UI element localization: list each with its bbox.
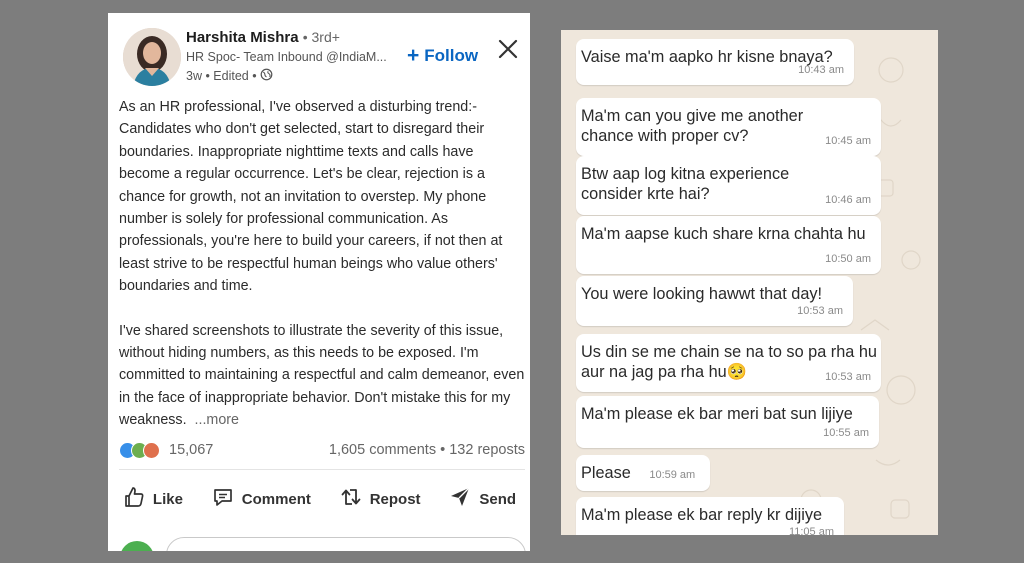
globe-icon	[260, 68, 273, 84]
author-name[interactable]: Harshita Mishra • 3rd+	[186, 29, 340, 46]
reaction-count[interactable]: 15,067	[169, 442, 213, 458]
post-paragraph-2: I've shared screenshots to illustrate th…	[119, 320, 527, 432]
message-time: 10:50 am	[825, 253, 871, 265]
repost-label: Repost	[369, 490, 421, 508]
chat-message[interactable]: Ma'm please ek bar meri bat sun lijiye 1…	[576, 396, 879, 448]
current-user-avatar	[120, 541, 154, 551]
chat-message[interactable]: You were looking hawwt that day! 10:53 a…	[576, 276, 853, 326]
message-time: 10:53 am	[797, 305, 843, 317]
post-actions-bar: Like Comment Repost Send	[108, 485, 530, 513]
chat-message[interactable]: Us din se me chain se na to so pa rha hu…	[576, 334, 881, 392]
post-paragraph-2-text: I've shared screenshots to illustrate th…	[119, 322, 525, 429]
message-time: 11:05 am	[788, 526, 834, 535]
plus-icon: +	[407, 44, 420, 67]
message-text: Please	[581, 464, 631, 482]
message-time: 10:55 am	[823, 427, 869, 439]
send-label: Send	[479, 490, 517, 508]
linkedin-post-card: Harshita Mishra • 3rd+ HR Spoc- Team Inb…	[108, 13, 530, 551]
author-headline: HR Spoc- Team Inbound @IndiaM...	[186, 50, 387, 64]
thumbs-up-icon	[122, 485, 146, 513]
message-time: 10:43 am	[798, 64, 844, 76]
message-text: Ma'm please ek bar meri bat sun lijiye	[581, 405, 853, 423]
message-time: 10:53 am	[825, 371, 871, 383]
see-more-link[interactable]: ...more	[195, 412, 240, 428]
follow-label: Follow	[424, 45, 479, 65]
connection-degree: • 3rd+	[302, 29, 340, 45]
repost-button[interactable]: Repost	[339, 485, 421, 513]
chat-message[interactable]: Vaise ma'm aapko hr kisne bnaya? 10:43 a…	[576, 39, 854, 85]
message-time: 10:46 am	[825, 194, 871, 206]
chat-message[interactable]: Ma'm please ek bar reply kr dijiye 11:05…	[576, 497, 844, 535]
follow-button[interactable]: + Follow	[407, 45, 478, 66]
divider	[119, 469, 525, 470]
social-counts: 15,067 1,605 comments • 132 reposts	[119, 440, 525, 460]
comment-input[interactable]	[166, 537, 526, 551]
message-time: 10:45 am	[825, 135, 871, 147]
post-meta: 3w • Edited •	[186, 68, 273, 84]
author-avatar[interactable]	[123, 28, 181, 86]
comment-icon	[211, 485, 235, 513]
chat-message[interactable]: Btw aap log kitna experience consider kr…	[576, 156, 881, 215]
chat-message[interactable]: Ma'm aapse kuch share krna chahta hu 10:…	[576, 216, 881, 274]
love-reaction-icon	[143, 441, 160, 459]
chat-message[interactable]: Please 10:59 am	[576, 455, 710, 491]
comment-button[interactable]: Comment	[211, 485, 311, 513]
close-icon[interactable]	[496, 37, 520, 61]
comment-label: Comment	[241, 490, 311, 508]
like-label: Like	[152, 490, 183, 508]
whatsapp-chat-screenshot: Vaise ma'm aapko hr kisne bnaya? 10:43 a…	[561, 30, 938, 535]
post-body: As an HR professional, I've observed a d…	[119, 96, 527, 432]
like-button[interactable]: Like	[122, 485, 183, 513]
message-text: Ma'm can you give me another chance with…	[581, 107, 804, 145]
post-paragraph-1: As an HR professional, I've observed a d…	[119, 99, 503, 295]
message-text: Ma'm aapse kuch share krna chahta hu	[581, 225, 866, 243]
post-meta-text: 3w • Edited •	[186, 69, 257, 83]
send-icon	[448, 485, 472, 513]
repost-icon	[339, 485, 363, 513]
reaction-icons[interactable]	[119, 441, 160, 459]
send-button[interactable]: Send	[448, 485, 516, 513]
author-name-text: Harshita Mishra	[186, 29, 299, 46]
chat-message[interactable]: Ma'm can you give me another chance with…	[576, 98, 881, 156]
message-time: 10:59 am	[649, 469, 696, 481]
post-header: Harshita Mishra • 3rd+ HR Spoc- Team Inb…	[108, 13, 530, 103]
message-text: Btw aap log kitna experience consider kr…	[581, 165, 790, 203]
comments-reposts-count[interactable]: 1,605 comments • 132 reposts	[329, 442, 525, 458]
